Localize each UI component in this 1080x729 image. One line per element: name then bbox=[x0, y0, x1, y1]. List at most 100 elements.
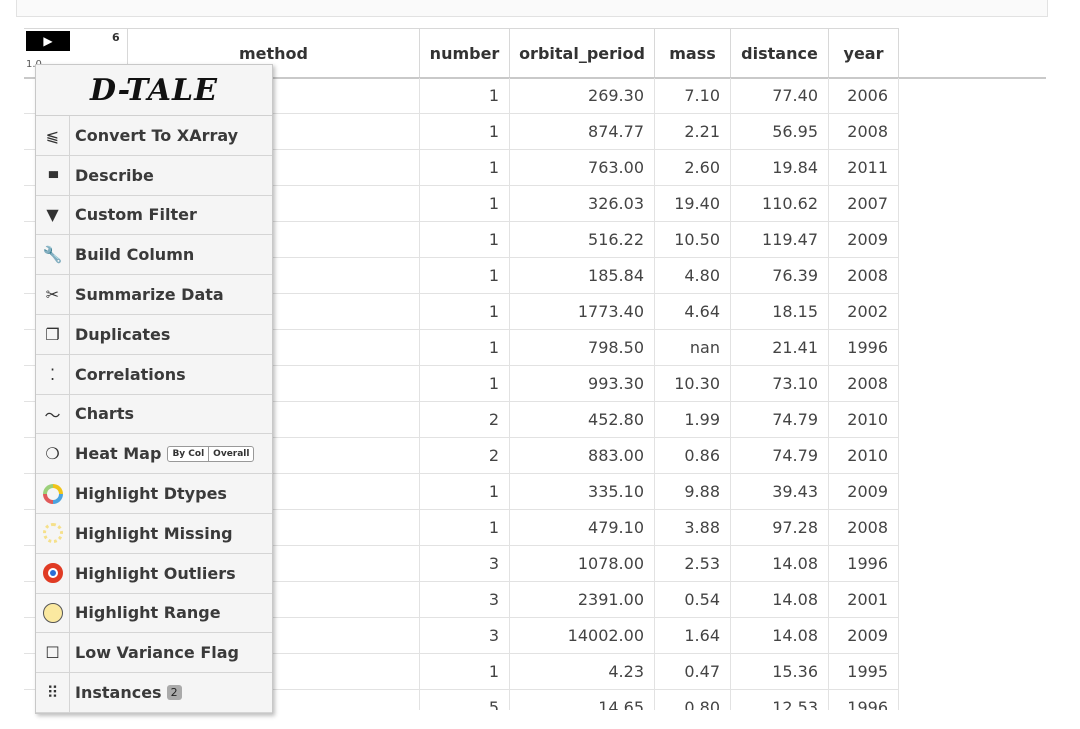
cell-number[interactable]: 2 bbox=[420, 438, 510, 474]
cell-mass[interactable]: nan bbox=[655, 330, 731, 366]
menu-item-charts[interactable]: 〜 Charts bbox=[36, 394, 272, 435]
cell-year[interactable]: 2009 bbox=[829, 618, 899, 654]
cell-year[interactable]: 1996 bbox=[829, 330, 899, 366]
cell-year[interactable]: 2011 bbox=[829, 150, 899, 186]
cell-year[interactable]: 2002 bbox=[829, 294, 899, 330]
cell-year[interactable]: 1996 bbox=[829, 690, 899, 710]
column-header-year[interactable]: year bbox=[829, 28, 899, 77]
cell-year[interactable]: 1995 bbox=[829, 654, 899, 690]
heatmap-by-col-button[interactable]: By Col bbox=[168, 447, 208, 461]
column-header-distance[interactable]: distance bbox=[731, 28, 829, 77]
menu-item-describe[interactable]: ▮▮▮ Describe bbox=[36, 155, 272, 196]
cell-year[interactable]: 2008 bbox=[829, 366, 899, 402]
cell-distance[interactable]: 73.10 bbox=[731, 366, 829, 402]
menu-item-duplicates[interactable]: ❐ Duplicates bbox=[36, 314, 272, 355]
column-header-mass[interactable]: mass bbox=[655, 28, 731, 77]
cell-mass[interactable]: 2.53 bbox=[655, 546, 731, 582]
cell-distance[interactable]: 39.43 bbox=[731, 474, 829, 510]
cell-orbital-period[interactable]: 2391.00 bbox=[510, 582, 655, 618]
cell-number[interactable]: 1 bbox=[420, 330, 510, 366]
cell-number[interactable]: 3 bbox=[420, 618, 510, 654]
cell-distance[interactable]: 97.28 bbox=[731, 510, 829, 546]
cell-orbital-period[interactable]: 874.77 bbox=[510, 114, 655, 150]
cell-year[interactable]: 2001 bbox=[829, 582, 899, 618]
cell-year[interactable]: 2008 bbox=[829, 114, 899, 150]
cell-distance[interactable]: 14.08 bbox=[731, 582, 829, 618]
cell-mass[interactable]: 10.50 bbox=[655, 222, 731, 258]
cell-number[interactable]: 5 bbox=[420, 690, 510, 710]
cell-mass[interactable]: 0.54 bbox=[655, 582, 731, 618]
cell-distance[interactable]: 77.40 bbox=[731, 78, 829, 114]
cell-distance[interactable]: 74.79 bbox=[731, 402, 829, 438]
cell-mass[interactable]: 19.40 bbox=[655, 186, 731, 222]
cell-number[interactable]: 1 bbox=[420, 222, 510, 258]
menu-item-custom-filter[interactable]: ▼ Custom Filter bbox=[36, 195, 272, 236]
cell-distance[interactable]: 119.47 bbox=[731, 222, 829, 258]
menu-item-build-column[interactable]: 🔧 Build Column bbox=[36, 235, 272, 276]
cell-distance[interactable]: 110.62 bbox=[731, 186, 829, 222]
cell-mass[interactable]: 0.80 bbox=[655, 690, 731, 710]
cell-number[interactable]: 3 bbox=[420, 546, 510, 582]
column-header-number[interactable]: number bbox=[420, 28, 510, 77]
cell-mass[interactable]: 2.60 bbox=[655, 150, 731, 186]
menu-item-convert-to-xarray[interactable]: ⫹ Convert To XArray bbox=[36, 116, 272, 156]
cell-orbital-period[interactable]: 335.10 bbox=[510, 474, 655, 510]
cell-year[interactable]: 2009 bbox=[829, 222, 899, 258]
menu-item-correlations[interactable]: ⁚ Correlations bbox=[36, 354, 272, 395]
cell-year[interactable]: 2008 bbox=[829, 510, 899, 546]
cell-distance[interactable]: 14.08 bbox=[731, 618, 829, 654]
menu-toggle-button[interactable]: ▶ bbox=[26, 31, 70, 51]
cell-distance[interactable]: 19.84 bbox=[731, 150, 829, 186]
cell-distance[interactable]: 74.79 bbox=[731, 438, 829, 474]
cell-mass[interactable]: 1.99 bbox=[655, 402, 731, 438]
cell-number[interactable]: 3 bbox=[420, 582, 510, 618]
cell-year[interactable]: 2006 bbox=[829, 78, 899, 114]
cell-number[interactable]: 1 bbox=[420, 654, 510, 690]
cell-orbital-period[interactable]: 516.22 bbox=[510, 222, 655, 258]
cell-year[interactable]: 1996 bbox=[829, 546, 899, 582]
cell-mass[interactable]: 4.64 bbox=[655, 294, 731, 330]
cell-mass[interactable]: 3.88 bbox=[655, 510, 731, 546]
cell-number[interactable]: 1 bbox=[420, 150, 510, 186]
menu-item-highlight-missing[interactable]: Highlight Missing bbox=[36, 513, 272, 554]
cell-orbital-period[interactable]: 1773.40 bbox=[510, 294, 655, 330]
cell-orbital-period[interactable]: 479.10 bbox=[510, 510, 655, 546]
cell-number[interactable]: 1 bbox=[420, 474, 510, 510]
cell-mass[interactable]: 9.88 bbox=[655, 474, 731, 510]
cell-mass[interactable]: 2.21 bbox=[655, 114, 731, 150]
menu-item-low-variance-flag[interactable]: ☐ Low Variance Flag bbox=[36, 633, 272, 674]
menu-item-heat-map[interactable]: ❍ Heat Map By Col Overall bbox=[36, 434, 272, 475]
cell-orbital-period[interactable]: 14.65 bbox=[510, 690, 655, 710]
cell-year[interactable]: 2009 bbox=[829, 474, 899, 510]
cell-orbital-period[interactable]: 269.30 bbox=[510, 78, 655, 114]
cell-mass[interactable]: 4.80 bbox=[655, 258, 731, 294]
cell-number[interactable]: 1 bbox=[420, 258, 510, 294]
cell-orbital-period[interactable]: 326.03 bbox=[510, 186, 655, 222]
cell-mass[interactable]: 10.30 bbox=[655, 366, 731, 402]
menu-item-summarize-data[interactable]: ✂ Summarize Data bbox=[36, 275, 272, 315]
cell-orbital-period[interactable]: 798.50 bbox=[510, 330, 655, 366]
cell-number[interactable]: 1 bbox=[420, 366, 510, 402]
cell-orbital-period[interactable]: 185.84 bbox=[510, 258, 655, 294]
cell-distance[interactable]: 12.53 bbox=[731, 690, 829, 710]
cell-distance[interactable]: 15.36 bbox=[731, 654, 829, 690]
cell-mass[interactable]: 0.47 bbox=[655, 654, 731, 690]
cell-orbital-period[interactable]: 4.23 bbox=[510, 654, 655, 690]
cell-distance[interactable]: 18.15 bbox=[731, 294, 829, 330]
cell-orbital-period[interactable]: 452.80 bbox=[510, 402, 655, 438]
cell-mass[interactable]: 1.64 bbox=[655, 618, 731, 654]
cell-year[interactable]: 2010 bbox=[829, 402, 899, 438]
cell-distance[interactable]: 21.41 bbox=[731, 330, 829, 366]
cell-mass[interactable]: 7.10 bbox=[655, 78, 731, 114]
menu-item-highlight-range[interactable]: Highlight Range bbox=[36, 593, 272, 634]
cell-number[interactable]: 1 bbox=[420, 78, 510, 114]
cell-number[interactable]: 2 bbox=[420, 402, 510, 438]
menu-item-instances[interactable]: ⠿ Instances 2 bbox=[36, 673, 272, 713]
heatmap-overall-button[interactable]: Overall bbox=[208, 446, 253, 461]
cell-orbital-period[interactable]: 993.30 bbox=[510, 366, 655, 402]
cell-number[interactable]: 1 bbox=[420, 294, 510, 330]
menu-item-highlight-outliers[interactable]: Highlight Outliers bbox=[36, 553, 272, 594]
column-header-orbital-period[interactable]: orbital_period bbox=[510, 28, 655, 77]
cell-distance[interactable]: 14.08 bbox=[731, 546, 829, 582]
cell-orbital-period[interactable]: 763.00 bbox=[510, 150, 655, 186]
